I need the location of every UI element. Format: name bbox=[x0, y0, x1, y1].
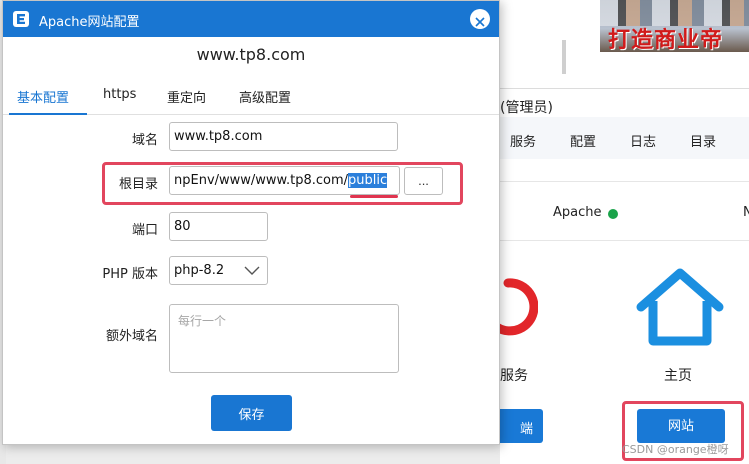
port-input[interactable]: 80 bbox=[169, 212, 268, 241]
extra-domains-label: 额外域名 bbox=[105, 329, 158, 344]
php-version-select[interactable]: php-8.2 bbox=[169, 256, 268, 285]
domain-input[interactable]: www.tp8.com bbox=[169, 122, 398, 151]
php-version-label: PHP 版本 bbox=[102, 267, 158, 282]
config-tabs: 基本配置 https 重定向 高级配置 bbox=[3, 75, 499, 115]
root-dir-highlight bbox=[102, 162, 463, 205]
service-status-bar: Apache N bbox=[500, 181, 749, 241]
home-icon[interactable] bbox=[635, 267, 725, 347]
banner-text: 打造商业帝 bbox=[608, 27, 724, 52]
background-app-window: (管理员) 服务 配置 日志 目录 Apache N 服务 主页 端 网站 CS… bbox=[480, 88, 749, 464]
background-banner-image: 打造商业帝 bbox=[600, 0, 749, 52]
background-app-title: (管理员) bbox=[500, 100, 553, 116]
menu-item-directory[interactable]: 目录 bbox=[690, 131, 716, 150]
next-service-label: N bbox=[743, 205, 749, 220]
app-logo-icon bbox=[13, 11, 29, 27]
chevron-down-icon bbox=[244, 266, 260, 275]
apache-config-dialog: Apache网站配置 www.tp8.com 基本配置 https 重定向 高级… bbox=[2, 0, 500, 445]
domain-label: 域名 bbox=[131, 133, 158, 148]
service-label: 服务 bbox=[500, 368, 528, 384]
extra-domains-placeholder: 每行一个 bbox=[178, 314, 227, 328]
close-button[interactable] bbox=[470, 9, 490, 29]
watermark: CSDN @orange橙呀 bbox=[622, 443, 729, 456]
tab-basic-config[interactable]: 基本配置 bbox=[17, 87, 69, 106]
scrollbar[interactable] bbox=[562, 40, 566, 74]
menu-item-config[interactable]: 配置 bbox=[570, 131, 596, 150]
active-tab-indicator bbox=[9, 113, 87, 115]
background-app-menu: 服务 配置 日志 目录 bbox=[500, 117, 749, 159]
dialog-title: Apache网站配置 bbox=[39, 15, 140, 30]
php-version-value: php-8.2 bbox=[174, 263, 225, 278]
close-icon bbox=[475, 16, 485, 27]
dialog-titlebar[interactable]: Apache网站配置 bbox=[3, 1, 499, 37]
tab-redirect[interactable]: 重定向 bbox=[167, 87, 206, 106]
apache-running-indicator bbox=[608, 209, 618, 219]
save-button[interactable]: 保存 bbox=[211, 395, 292, 431]
home-label: 主页 bbox=[664, 368, 692, 384]
port-label: 端口 bbox=[131, 223, 158, 238]
menu-item-log[interactable]: 日志 bbox=[630, 131, 656, 150]
site-name-heading: www.tp8.com bbox=[196, 45, 306, 64]
extra-domains-textarea[interactable]: 每行一个 bbox=[169, 304, 399, 373]
tab-advanced-config[interactable]: 高级配置 bbox=[239, 87, 291, 106]
menu-item-service[interactable]: 服务 bbox=[510, 131, 536, 150]
apache-status-label: Apache bbox=[553, 205, 602, 220]
tab-https[interactable]: https bbox=[103, 87, 136, 102]
